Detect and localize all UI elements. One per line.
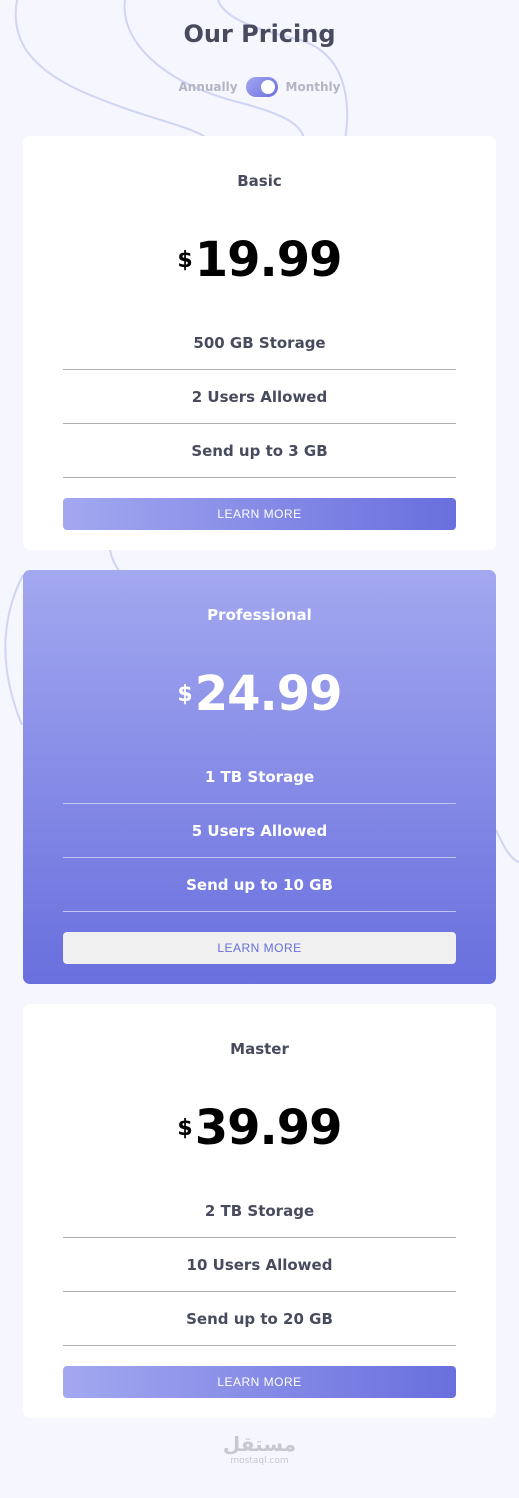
currency-symbol: $ <box>177 682 193 707</box>
logo-latin-text: mostaql.com <box>230 1456 289 1466</box>
feature-list: 500 GB Storage 2 Users Allowed Send up t… <box>63 316 456 478</box>
plan-name: Professional <box>207 606 312 624</box>
price-amount: 19.99 <box>194 232 343 288</box>
pricing-card-basic: Basic $ 19.99 500 GB Storage 2 Users All… <box>23 136 496 550</box>
feature-item: 500 GB Storage <box>63 316 456 370</box>
currency-symbol: $ <box>177 248 193 273</box>
feature-item: 1 TB Storage <box>63 750 456 804</box>
page-title: Our Pricing <box>183 20 336 48</box>
feature-list: 2 TB Storage 10 Users Allowed Send up to… <box>63 1184 456 1346</box>
price-amount: 24.99 <box>194 666 343 722</box>
feature-item: 5 Users Allowed <box>63 804 456 858</box>
feature-item: 2 TB Storage <box>63 1184 456 1238</box>
plan-price: $ 19.99 <box>23 232 496 288</box>
plan-name: Basic <box>237 172 282 190</box>
logo-arabic-text: مستقل <box>222 1432 297 1456</box>
price-amount: 39.99 <box>194 1100 343 1156</box>
toggle-label-monthly[interactable]: Monthly <box>286 80 341 94</box>
plan-name: Master <box>230 1040 289 1058</box>
learn-more-button[interactable]: LEARN MORE <box>63 932 456 964</box>
feature-item: 2 Users Allowed <box>63 370 456 424</box>
billing-period-toggle[interactable] <box>245 77 278 97</box>
plan-price: $ 39.99 <box>23 1100 496 1156</box>
currency-symbol: $ <box>177 1116 193 1141</box>
toggle-label-annually[interactable]: Annually <box>178 80 237 94</box>
feature-list: 1 TB Storage 5 Users Allowed Send up to … <box>63 750 456 912</box>
mostaql-logo[interactable]: مستقل mostaql.com <box>0 1432 519 1466</box>
feature-item: Send up to 10 GB <box>63 858 456 912</box>
feature-item: Send up to 3 GB <box>63 424 456 478</box>
learn-more-button[interactable]: LEARN MORE <box>63 1366 456 1398</box>
feature-item: Send up to 20 GB <box>63 1292 456 1346</box>
plan-price: $ 24.99 <box>23 666 496 722</box>
billing-toggle-row: Annually Monthly <box>0 77 519 97</box>
pricing-card-master: Master $ 39.99 2 TB Storage 10 Users All… <box>23 1004 496 1418</box>
toggle-knob <box>260 80 275 94</box>
learn-more-button[interactable]: LEARN MORE <box>63 498 456 530</box>
feature-item: 10 Users Allowed <box>63 1238 456 1292</box>
pricing-page: Our Pricing Annually Monthly Basic $ 19.… <box>0 0 519 1498</box>
pricing-card-professional: Professional $ 24.99 1 TB Storage 5 User… <box>23 570 496 984</box>
